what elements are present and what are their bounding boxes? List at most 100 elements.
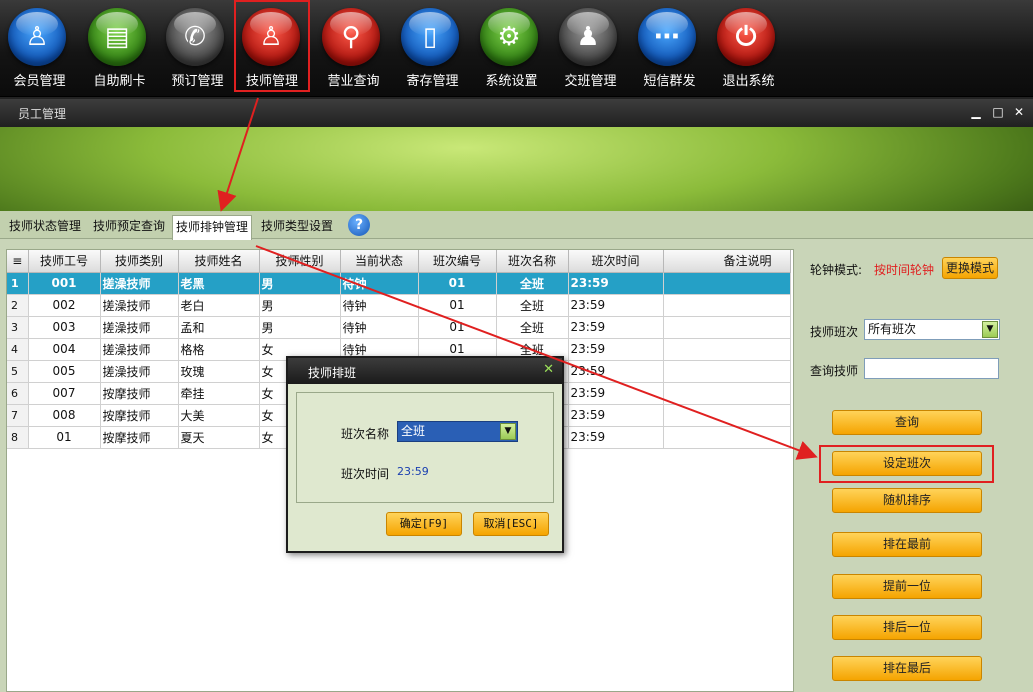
highlight-box [819, 445, 994, 483]
cell-name: 牵挂 [178, 382, 260, 405]
shift-dialog: 技师排班 ✕ 班次名称 全班 ▼ 班次时间 23:59 确定[F9] 取消[ES… [286, 356, 564, 553]
toolbar-shift-button[interactable]: ♟ 交班管理 [551, 0, 630, 92]
toolbar-booking-button[interactable]: ✆ 预订管理 [158, 0, 237, 92]
column-header[interactable]: 班次编号 [418, 250, 497, 273]
column-header[interactable]: 技师类别 [100, 250, 179, 273]
cell-note [663, 272, 791, 295]
shift-filter-select[interactable]: 所有班次 ▼ [864, 319, 1000, 340]
cell-time: 23:59 [568, 404, 664, 427]
query-button[interactable]: 查询 [832, 410, 982, 435]
shift-name-value: 全班 [401, 424, 426, 438]
cell-type: 搓澡技师 [100, 294, 179, 317]
cell-time: 23:59 [568, 382, 664, 405]
row-number: 7 [7, 404, 29, 427]
cell-id: 007 [28, 382, 101, 405]
column-header[interactable]: 备注说明 [663, 250, 791, 273]
shift-time-label: 班次时间 [341, 467, 390, 481]
toolbar-label: 寄存管理 [406, 74, 459, 89]
column-header[interactable]: 技师工号 [28, 250, 101, 273]
change-mode-button[interactable]: 更换模式 [942, 257, 998, 279]
dialog-title: 技师排班 [308, 366, 357, 380]
move-up-button[interactable]: 提前一位 [832, 574, 982, 599]
cell-id: 01 [28, 426, 101, 449]
move-last-button[interactable]: 排在最后 [832, 656, 982, 681]
cell-id: 008 [28, 404, 101, 427]
toolbar-sms-button[interactable]: ⋯ 短信群发 [630, 0, 709, 92]
cell-note [663, 360, 791, 383]
cell-type: 搓澡技师 [100, 316, 179, 339]
cell-note [663, 338, 791, 361]
cell-id: 004 [28, 338, 101, 361]
column-header[interactable]: 技师姓名 [178, 250, 260, 273]
cell-note [663, 316, 791, 339]
cell-shift-name: 全班 [496, 294, 569, 317]
close-button[interactable]: ✕ [1011, 104, 1027, 120]
toolbar-technician-button[interactable]: ♙ 技师管理 [234, 0, 310, 92]
table-header-row: ≡ 技师工号 技师类别 技师姓名 技师性别 当前状态 班次编号 班次名称 班次时… [7, 250, 791, 273]
chevron-down-icon[interactable]: ▼ [982, 321, 998, 338]
move-first-button[interactable]: 排在最前 [832, 532, 982, 557]
toolbar-settings-button[interactable]: ⚙ 系统设置 [472, 0, 551, 92]
toolbar-label: 营业查询 [327, 74, 380, 89]
confirm-button[interactable]: 确定[F9] [386, 512, 462, 536]
column-header[interactable]: 班次名称 [496, 250, 569, 273]
cell-time: 23:59 [568, 426, 664, 449]
random-sort-button[interactable]: 随机排序 [832, 488, 982, 513]
toolbar-label: 短信群发 [643, 74, 696, 89]
cell-shift-name: 全班 [496, 272, 569, 295]
column-selector-icon[interactable]: ≡ [7, 250, 29, 273]
cell-id: 003 [28, 316, 101, 339]
tab-technician-status[interactable]: 技师状态管理 [6, 215, 84, 239]
cell-note [663, 404, 791, 427]
help-icon[interactable]: ? [348, 214, 370, 236]
app: ♙ 会员管理 ▤ 自助刷卡 ✆ 预订管理 ♙ 技师管理 ⚲ 营业查询 ▯ 寄存管… [0, 0, 1033, 692]
cell-name: 夏天 [178, 426, 260, 449]
table-row[interactable]: 3 003 搓澡技师 孟和 男 待钟 01 全班 23:59 [7, 316, 791, 339]
cell-gender: 男 [259, 316, 341, 339]
toolbar-label: 预订管理 [171, 74, 224, 89]
cell-id: 001 [28, 272, 101, 295]
shift-name-select[interactable]: 全班 ▼ [397, 421, 518, 442]
cancel-button[interactable]: 取消[ESC] [473, 512, 549, 536]
toolbar-label: 系统设置 [485, 74, 538, 89]
cell-time: 23:59 [568, 338, 664, 361]
move-down-button[interactable]: 排后一位 [832, 615, 982, 640]
column-header[interactable]: 技师性别 [259, 250, 341, 273]
tab-technician-rotation[interactable]: 技师排钟管理 [172, 215, 253, 240]
dialog-close-icon[interactable]: ✕ [543, 362, 554, 377]
row-number: 6 [7, 382, 29, 405]
chevron-down-icon[interactable]: ▼ [500, 423, 516, 440]
cell-type: 搓澡技师 [100, 360, 179, 383]
toolbar-label: 退出系统 [722, 74, 775, 89]
column-header[interactable]: 当前状态 [340, 250, 419, 273]
maximize-button[interactable]: □ [990, 104, 1006, 120]
row-number: 8 [7, 426, 29, 449]
cell-type: 按摩技师 [100, 426, 179, 449]
shift-filter-label: 技师班次 [810, 325, 859, 339]
search-icon: ⚲ [322, 8, 380, 66]
query-technician-input[interactable] [864, 358, 999, 379]
cell-name: 格格 [178, 338, 260, 361]
toolbar-label: 技师管理 [245, 74, 298, 89]
cell-note [663, 294, 791, 317]
column-header[interactable]: 班次时间 [568, 250, 664, 273]
toolbar-storage-button[interactable]: ▯ 寄存管理 [393, 0, 472, 92]
cell-status: 待钟 [340, 316, 419, 339]
tab-bar: 技师状态管理 技师预定查询 技师排钟管理 技师类型设置 ? [0, 211, 1033, 240]
table-row[interactable]: 2 002 搓澡技师 老白 男 待钟 01 全班 23:59 [7, 294, 791, 317]
cell-note [663, 426, 791, 449]
cell-shift-no: 01 [418, 272, 497, 295]
minimize-button[interactable]: ▁ [968, 104, 984, 120]
toolbar-query-button[interactable]: ⚲ 营业查询 [314, 0, 393, 92]
cell-gender: 男 [259, 272, 341, 295]
toolbar-exit-button[interactable]: ⏻ 退出系统 [709, 0, 788, 92]
rotation-mode-value: 按时间轮钟 [874, 263, 935, 277]
row-number: 3 [7, 316, 29, 339]
toolbar-card-button[interactable]: ▤ 自助刷卡 [80, 0, 159, 92]
cell-time: 23:59 [568, 272, 664, 295]
row-number: 2 [7, 294, 29, 317]
tab-technician-type[interactable]: 技师类型设置 [258, 215, 336, 239]
tab-technician-booking[interactable]: 技师预定查询 [90, 215, 168, 239]
toolbar-member-button[interactable]: ♙ 会员管理 [0, 0, 79, 92]
table-row[interactable]: 1 001 搓澡技师 老黑 男 待钟 01 全班 23:59 [7, 272, 791, 295]
